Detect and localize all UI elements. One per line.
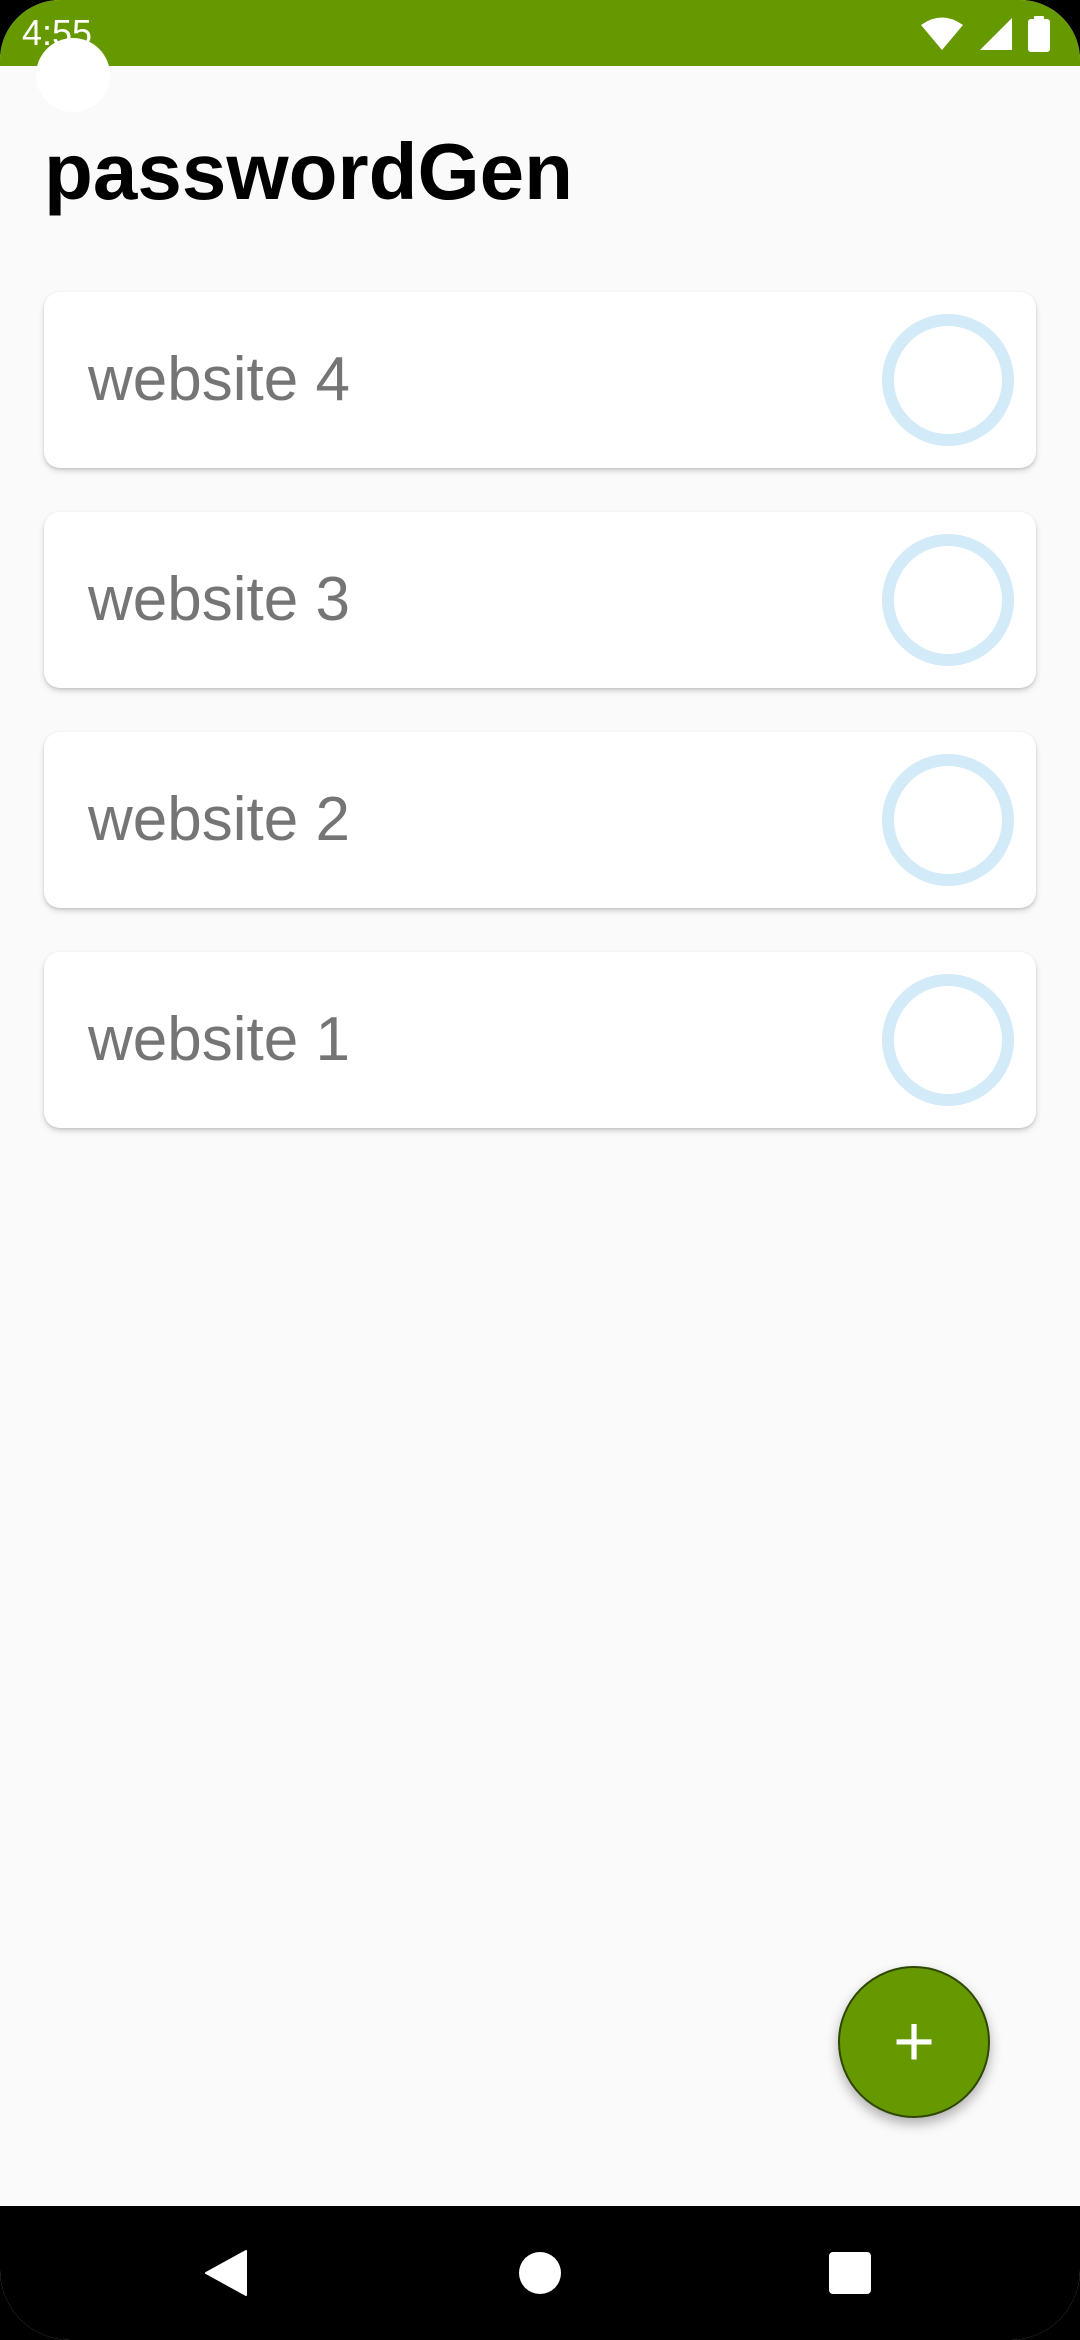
website-card-1[interactable]: website 1 <box>44 952 1036 1128</box>
ring-icon[interactable] <box>882 754 1014 886</box>
back-icon <box>205 2250 247 2296</box>
phone-screen: 4:55 passwordGen website 4 website 3 web… <box>0 0 1080 2340</box>
status-icons <box>920 14 1050 54</box>
ring-icon[interactable] <box>882 534 1014 666</box>
website-card-label: website 3 <box>88 565 350 634</box>
wifi-icon <box>921 17 963 50</box>
add-website-button[interactable]: + <box>838 1966 990 2118</box>
ring-icon[interactable] <box>882 314 1014 446</box>
signal-icon <box>980 18 1012 50</box>
navigation-bar <box>0 2206 1080 2340</box>
page-title: passwordGen <box>44 127 574 216</box>
home-button[interactable] <box>480 2206 600 2340</box>
website-card-label: website 1 <box>88 1005 350 1074</box>
recents-button[interactable] <box>790 2206 910 2340</box>
website-list: website 4 website 3 website 2 website 1 <box>44 292 1036 1172</box>
website-card-4[interactable]: website 4 <box>44 292 1036 468</box>
website-card-2[interactable]: website 2 <box>44 732 1036 908</box>
camera-cutout <box>36 38 110 112</box>
status-bar: 4:55 <box>0 0 1080 66</box>
website-card-3[interactable]: website 3 <box>44 512 1036 688</box>
back-button[interactable] <box>166 2206 286 2340</box>
battery-icon <box>1028 16 1050 52</box>
recents-icon <box>829 2252 871 2294</box>
ring-icon[interactable] <box>882 974 1014 1106</box>
website-card-label: website 4 <box>88 345 350 414</box>
home-icon <box>519 2252 561 2294</box>
website-card-label: website 2 <box>88 785 350 854</box>
